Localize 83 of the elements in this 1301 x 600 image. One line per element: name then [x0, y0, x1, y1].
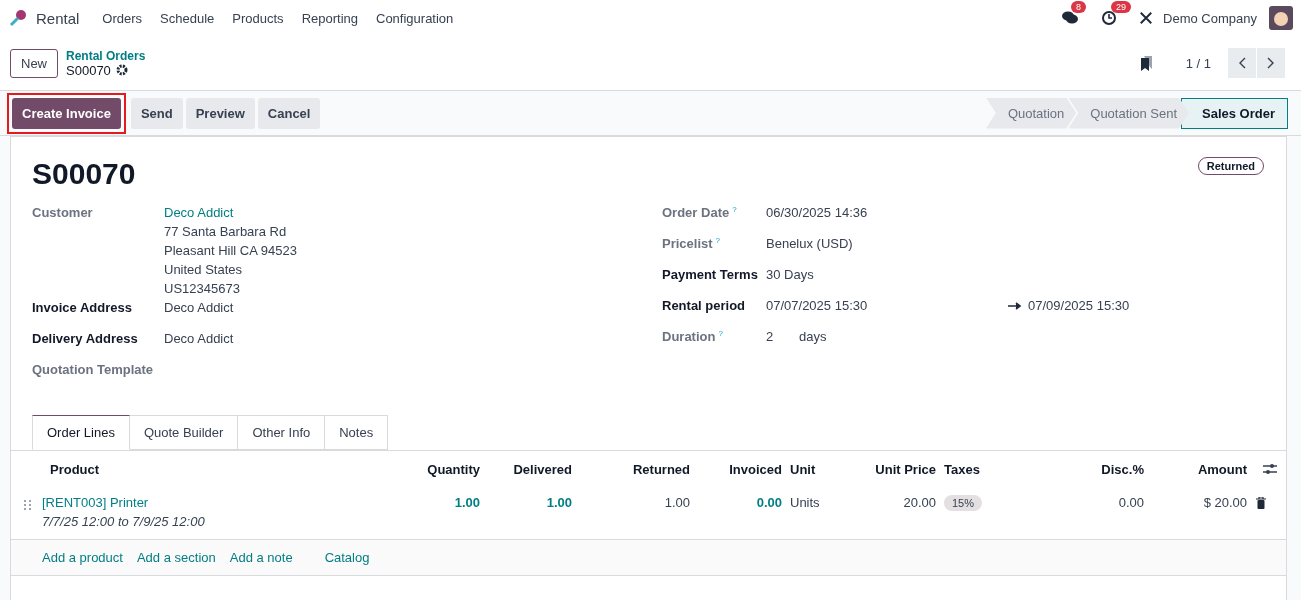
- column-header[interactable]: Returned: [572, 461, 690, 477]
- table-cell-text: 0.00: [1117, 495, 1144, 510]
- field-label: Delivery Address: [32, 331, 139, 346]
- message-count: 8: [1071, 1, 1087, 13]
- address-line: US12345673: [164, 281, 241, 296]
- menu-item[interactable]: Schedule: [151, 10, 224, 26]
- action-button[interactable]: Preview: [185, 97, 255, 129]
- address-line: United States: [164, 262, 244, 277]
- field-label: Order Date: [662, 205, 730, 221]
- tax-tag: 15%: [944, 495, 983, 511]
- field-value[interactable]: Benelux (USD): [766, 236, 853, 251]
- status-stage[interactable]: Sales Order: [1181, 97, 1288, 129]
- customer-link[interactable]: Deco Addict: [164, 205, 662, 220]
- add-line-link[interactable]: Add a product: [42, 550, 123, 565]
- table-cell[interactable]: 1.00: [410, 495, 480, 510]
- table-cell[interactable]: 1.00: [480, 495, 572, 510]
- add-line-link[interactable]: Add a note: [229, 550, 293, 565]
- column-header[interactable]: Delivered: [480, 461, 572, 477]
- field-label: Duration: [662, 329, 716, 345]
- chat-icon[interactable]: [1061, 10, 1080, 26]
- tab[interactable]: Notes: [325, 415, 389, 450]
- field-value[interactable]: 2: [766, 329, 799, 344]
- trash-icon[interactable]: [1256, 497, 1266, 509]
- company-name[interactable]: Demo Company: [1163, 10, 1257, 26]
- app-name[interactable]: Rental: [36, 9, 80, 27]
- action-button[interactable]: Cancel: [257, 97, 321, 129]
- column-header[interactable]: Unit: [782, 461, 871, 477]
- sliders-icon[interactable]: [1263, 463, 1277, 475]
- product-link[interactable]: [RENT003] Printer: [42, 495, 410, 510]
- record-title: S00070: [32, 157, 136, 191]
- new-button[interactable]: New: [10, 48, 58, 78]
- column-header[interactable]: Amount: [1144, 461, 1247, 477]
- menu-item[interactable]: Reporting: [292, 10, 367, 26]
- column-header[interactable]: Taxes: [936, 461, 1004, 477]
- action-button[interactable]: Create Invoice: [12, 97, 121, 129]
- column-header[interactable]: Quantity: [410, 461, 480, 477]
- column-header[interactable]: Disc.%: [1004, 461, 1144, 477]
- add-line-link[interactable]: Add a section: [136, 550, 216, 565]
- table-cell-text: $ 20.00: [1202, 495, 1247, 510]
- pager-value[interactable]: 1 / 1: [1185, 55, 1211, 71]
- status-stage[interactable]: Quotation Sent: [1068, 97, 1189, 129]
- field-value[interactable]: 07/09/2025 15:30: [1028, 298, 1130, 313]
- table-cell-text: 1.00: [663, 495, 690, 510]
- tab[interactable]: Order Lines: [32, 415, 130, 450]
- field-label: Quotation Template: [32, 362, 155, 377]
- clock-icon[interactable]: [1101, 10, 1118, 26]
- field-label: Customer: [32, 205, 94, 220]
- breadcrumb-link[interactable]: Rental Orders: [66, 48, 146, 63]
- field-label: Rental period: [662, 298, 746, 313]
- column-header[interactable]: Product: [42, 461, 410, 477]
- field-value[interactable]: 30 Days: [766, 267, 814, 282]
- field-label: Payment Terms: [662, 267, 758, 282]
- status-stage[interactable]: Quotation: [985, 97, 1077, 129]
- tab[interactable]: Other Info: [238, 415, 326, 450]
- field-value[interactable]: 07/07/2025 15:30: [766, 298, 1008, 313]
- drag-handle-icon: [23, 499, 31, 511]
- field-label: Invoice Address: [32, 300, 133, 315]
- unit-label: days: [799, 329, 827, 344]
- field-value: Deco Addict: [164, 300, 235, 315]
- column-header[interactable]: Invoiced: [690, 461, 782, 477]
- catalog-link[interactable]: Catalog: [324, 550, 370, 565]
- chevron-left-icon: [1238, 57, 1246, 69]
- field-value[interactable]: 06/30/2025 14:36: [766, 205, 868, 220]
- menu-item[interactable]: Products: [223, 10, 293, 26]
- table-cell[interactable]: 0.00: [690, 495, 782, 510]
- address-line: 77 Santa Barbara Rd: [164, 224, 288, 239]
- activity-count: 29: [1111, 1, 1132, 13]
- avatar[interactable]: [1269, 6, 1293, 30]
- address-line: Pleasant Hill CA 94523: [164, 243, 298, 258]
- arrow-icon: [1008, 301, 1022, 310]
- table-cell-text: Units: [789, 495, 821, 510]
- tab[interactable]: Quote Builder: [129, 415, 239, 450]
- menu-item[interactable]: Configuration: [367, 10, 463, 26]
- action-button[interactable]: Send: [130, 97, 183, 129]
- menu-item[interactable]: Orders: [93, 10, 152, 26]
- chevron-right-icon: [1267, 57, 1275, 69]
- table-cell-text: 20.00: [902, 495, 936, 510]
- field-value: Deco Addict: [164, 331, 235, 346]
- record-name: S00070: [66, 62, 111, 78]
- bookmark-icon[interactable]: [1139, 55, 1154, 71]
- column-header[interactable]: Unit Price: [871, 461, 936, 477]
- field-label: Pricelist: [662, 236, 713, 252]
- rental-period: 7/7/25 12:00 to 7/9/25 12:00: [42, 514, 206, 529]
